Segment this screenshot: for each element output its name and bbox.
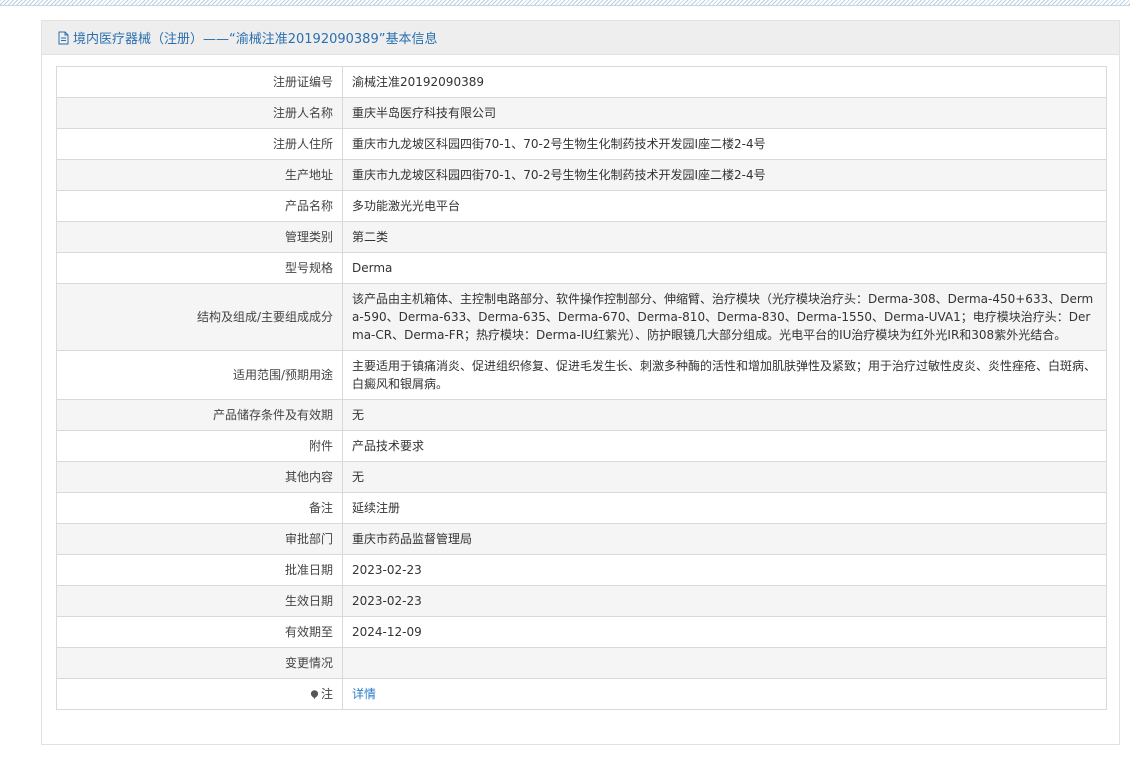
row-value: 2023-02-23 xyxy=(342,585,1107,617)
table-row: 生产地址 重庆市九龙坡区科园四街70-1、70-2号生物生化制药技术开发园I座二楼… xyxy=(56,159,1107,191)
table-row: 型号规格 Derma xyxy=(56,252,1107,284)
row-label: 产品储存条件及有效期 xyxy=(56,399,343,431)
row-value: 延续注册 xyxy=(342,492,1107,524)
table-row: 注册人名称 重庆半岛医疗科技有限公司 xyxy=(56,97,1107,129)
table-row-note: 注 详情 xyxy=(56,678,1107,710)
row-label: 批准日期 xyxy=(56,554,343,586)
table-row: 适用范围/预期用途 主要适用于镇痛消炎、促进组织修复、促进毛发生长、刺激多种酶的活… xyxy=(56,350,1107,400)
row-value: 多功能激光光电平台 xyxy=(342,190,1107,222)
row-label: 附件 xyxy=(56,430,343,462)
device-info-table: 注册证编号 渝械注准20192090389 注册人名称 重庆半岛医疗科技有限公司 注册人… xyxy=(56,66,1107,710)
row-value: 无 xyxy=(342,461,1107,493)
table-row: 生效日期 2023-02-23 xyxy=(56,585,1107,617)
row-label: 变更情况 xyxy=(56,647,343,679)
basic-info-panel: 境内医疗器械（注册）——“渝械注准20192090389”基本信息 注册证编号渝… xyxy=(41,20,1120,745)
row-label: 注册人名称 xyxy=(56,97,343,129)
table-row: 结构及组成/主要组成成分 该产品由主机箱体、主控制电路部分、软件操作控制部分、伸缩… xyxy=(56,283,1107,351)
note-value-cell: 详情 xyxy=(342,678,1107,710)
details-link[interactable]: 详情 xyxy=(352,687,376,701)
row-label: 生产地址 xyxy=(56,159,343,191)
row-value: 产品技术要求 xyxy=(342,430,1107,462)
table-row: 管理类别 第二类 xyxy=(56,221,1107,253)
note-label: 注 xyxy=(320,687,333,701)
table-row: 产品储存条件及有效期无 xyxy=(56,399,1107,431)
row-value: 重庆市九龙坡区科园四街70-1、70-2号生物生化制药技术开发园I座二楼2-4号 xyxy=(342,128,1107,160)
row-label: 产品名称 xyxy=(56,190,343,222)
row-value: 重庆半岛医疗科技有限公司 xyxy=(342,97,1107,129)
note-label-cell: 注 xyxy=(56,678,343,710)
row-label: 适用范围/预期用途 xyxy=(56,350,343,400)
row-value: 重庆市药品监督管理局 xyxy=(342,523,1107,555)
row-value: 第二类 xyxy=(342,221,1107,253)
table-row: 备注 延续注册 xyxy=(56,492,1107,524)
row-value: 主要适用于镇痛消炎、促进组织修复、促进毛发生长、刺激多种酶的活性和增加肌肤弹性及… xyxy=(342,350,1107,400)
table-row: 审批部门 重庆市药品监督管理局 xyxy=(56,523,1107,555)
row-value: 渝械注准20192090389 xyxy=(342,66,1107,98)
row-label: 型号规格 xyxy=(56,252,343,284)
row-value: 该产品由主机箱体、主控制电路部分、软件操作控制部分、伸缩臂、治疗模块（光疗模块治… xyxy=(342,283,1107,351)
row-label: 注册证编号 xyxy=(56,66,343,98)
table-row: 其他内容无 xyxy=(56,461,1107,493)
row-value: 2024-12-09 xyxy=(342,616,1107,648)
row-label: 结构及组成/主要组成成分 xyxy=(56,283,343,351)
row-label: 有效期至 xyxy=(56,616,343,648)
document-icon xyxy=(58,31,69,44)
table-row: 有效期至 2024-12-09 xyxy=(56,616,1107,648)
table-row: 变更情况 xyxy=(56,647,1107,679)
info-pin-icon xyxy=(310,690,319,699)
table-row: 批准日期 2023-02-23 xyxy=(56,554,1107,586)
row-label: 管理类别 xyxy=(56,221,343,253)
row-label: 审批部门 xyxy=(56,523,343,555)
row-value: 无 xyxy=(342,399,1107,431)
row-label: 生效日期 xyxy=(56,585,343,617)
row-value xyxy=(342,647,1107,679)
row-value: Derma xyxy=(342,252,1107,284)
table-row: 注册证编号 渝械注准20192090389 xyxy=(56,66,1107,98)
row-value: 2023-02-23 xyxy=(342,554,1107,586)
row-label: 备注 xyxy=(56,492,343,524)
row-label: 注册人住所 xyxy=(56,128,343,160)
panel-title: 境内医疗器械（注册）——“渝械注准20192090389”基本信息 xyxy=(73,32,438,47)
row-value: 重庆市九龙坡区科园四街70-1、70-2号生物生化制药技术开发园I座二楼2-4号 xyxy=(342,159,1107,191)
top-decorative-stripe xyxy=(0,0,1130,6)
table-row: 附件 产品技术要求 xyxy=(56,430,1107,462)
table-row: 产品名称 多功能激光光电平台 xyxy=(56,190,1107,222)
table-row: 注册人住所 重庆市九龙坡区科园四街70-1、70-2号生物生化制药技术开发园I座二… xyxy=(56,128,1107,160)
row-label: 其他内容 xyxy=(56,461,343,493)
panel-header: 境内医疗器械（注册）——“渝械注准20192090389”基本信息 xyxy=(42,21,1119,55)
